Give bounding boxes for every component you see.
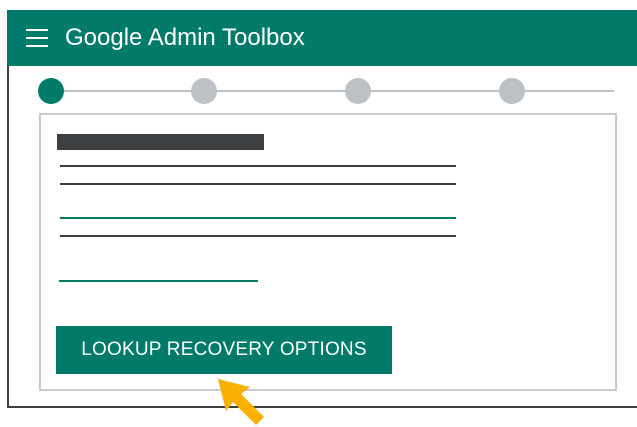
form-title-placeholder (57, 134, 264, 150)
text-link-placeholder[interactable] (59, 280, 258, 282)
app-title: Google Admin Toolbox (65, 24, 305, 51)
cursor-arrow-icon (218, 379, 264, 425)
input-field-3-focused[interactable] (60, 217, 456, 219)
input-field-2[interactable] (60, 183, 456, 185)
lookup-recovery-options-button[interactable]: LOOKUP RECOVERY OPTIONS (56, 326, 392, 374)
step-2-indicator[interactable] (191, 78, 217, 104)
step-1-indicator[interactable] (38, 78, 64, 104)
input-field-1[interactable] (60, 165, 456, 167)
app-header: Google Admin Toolbox (7, 10, 637, 66)
step-3-indicator[interactable] (345, 78, 371, 104)
step-4-indicator[interactable] (499, 78, 525, 104)
input-field-4[interactable] (60, 235, 456, 237)
hamburger-menu-icon[interactable] (26, 29, 48, 47)
